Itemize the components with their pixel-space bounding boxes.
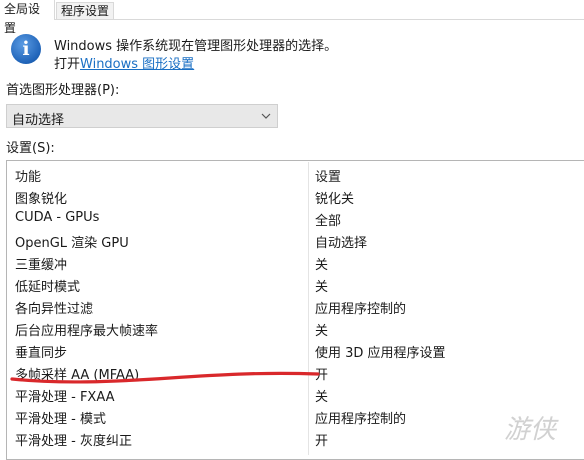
feature-value: 使用 3D 应用程序设置 — [315, 346, 446, 361]
feature-name: 三重缓冲 — [15, 258, 68, 273]
info-message: Windows 操作系统现在管理图形处理器的选择。 — [54, 39, 338, 54]
feature-value: 自动选择 — [315, 236, 368, 251]
preferred-gpu-value: 自动选择 — [12, 113, 65, 128]
feature-name: CUDA - GPUs — [15, 210, 100, 225]
feature-name: OpenGL 渲染 GPU — [15, 236, 129, 251]
tab-divider — [0, 19, 584, 20]
chevron-down-icon — [261, 113, 271, 119]
table-row[interactable]: 平滑处理 - 模式 应用程序控制的 — [7, 405, 584, 427]
feature-value: 开 — [315, 434, 329, 449]
feature-name: 各向异性过滤 — [15, 302, 94, 317]
table-row[interactable]: 平滑处理 - FXAA 关 — [7, 383, 584, 405]
table-row[interactable]: 图象锐化 锐化关 — [7, 185, 584, 207]
feature-value: 锐化关 — [315, 192, 355, 207]
feature-value: 关 — [315, 280, 329, 295]
feature-name: 图象锐化 — [15, 192, 68, 207]
feature-value: 关 — [315, 324, 329, 339]
table-row[interactable]: 各向异性过滤 应用程序控制的 — [7, 295, 584, 317]
header-feature[interactable]: 功能 — [15, 166, 41, 185]
feature-value: 开 — [315, 368, 329, 383]
table-row[interactable]: 低延时模式 关 — [7, 273, 584, 295]
info-link-prefix: 打开 — [54, 57, 81, 72]
table-header: 功能 设置 — [7, 163, 584, 185]
header-setting[interactable]: 设置 — [315, 166, 341, 185]
table-row[interactable]: 垂直同步 使用 3D 应用程序设置 — [7, 339, 584, 361]
tab-program-settings[interactable]: 程序设置 — [56, 2, 114, 19]
feature-value: 全部 — [315, 214, 342, 229]
feature-name: 后台应用程序最大帧速率 — [15, 324, 159, 339]
feature-value: 关 — [315, 390, 329, 405]
feature-value: 关 — [315, 258, 329, 273]
table-row[interactable]: CUDA - GPUs 全部 — [7, 207, 584, 229]
svg-text:游侠: 游侠 — [504, 415, 559, 445]
windows-graphics-settings-link[interactable]: Windows 图形设置 — [80, 57, 194, 72]
feature-value: 应用程序控制的 — [315, 302, 407, 317]
info-link-line: 打开Windows 图形设置 — [54, 53, 194, 72]
table-row[interactable]: 平滑处理 - 灰度纠正 开 — [7, 427, 584, 449]
feature-name: 低延时模式 — [15, 280, 81, 295]
table-row[interactable]: OpenGL 渲染 GPU 自动选择 — [7, 229, 584, 251]
feature-name: 垂直同步 — [15, 346, 68, 361]
table-row[interactable]: 后台应用程序最大帧速率 关 — [7, 317, 584, 339]
info-icon: i — [11, 34, 41, 64]
feature-name: 平滑处理 - FXAA — [15, 390, 115, 405]
feature-name: 多帧采样 AA (MFAA) — [15, 368, 140, 383]
feature-name: 平滑处理 - 灰度纠正 — [15, 434, 132, 449]
watermark-logo: 游侠 — [504, 415, 559, 445]
preferred-gpu-dropdown[interactable]: 自动选择 — [6, 104, 278, 128]
tab-bar: 全局设置 程序设置 — [0, 0, 584, 35]
feature-value: 应用程序控制的 — [315, 412, 407, 427]
feature-name: 平滑处理 - 模式 — [15, 412, 106, 427]
settings-label: 设置(S): — [6, 141, 55, 156]
table-row[interactable]: 多帧采样 AA (MFAA) 开 — [7, 361, 584, 383]
tab-global-settings[interactable]: 全局设置 — [0, 0, 55, 35]
preferred-gpu-label: 首选图形处理器(P): — [6, 83, 120, 98]
table-row[interactable]: 三重缓冲 关 — [7, 251, 584, 273]
